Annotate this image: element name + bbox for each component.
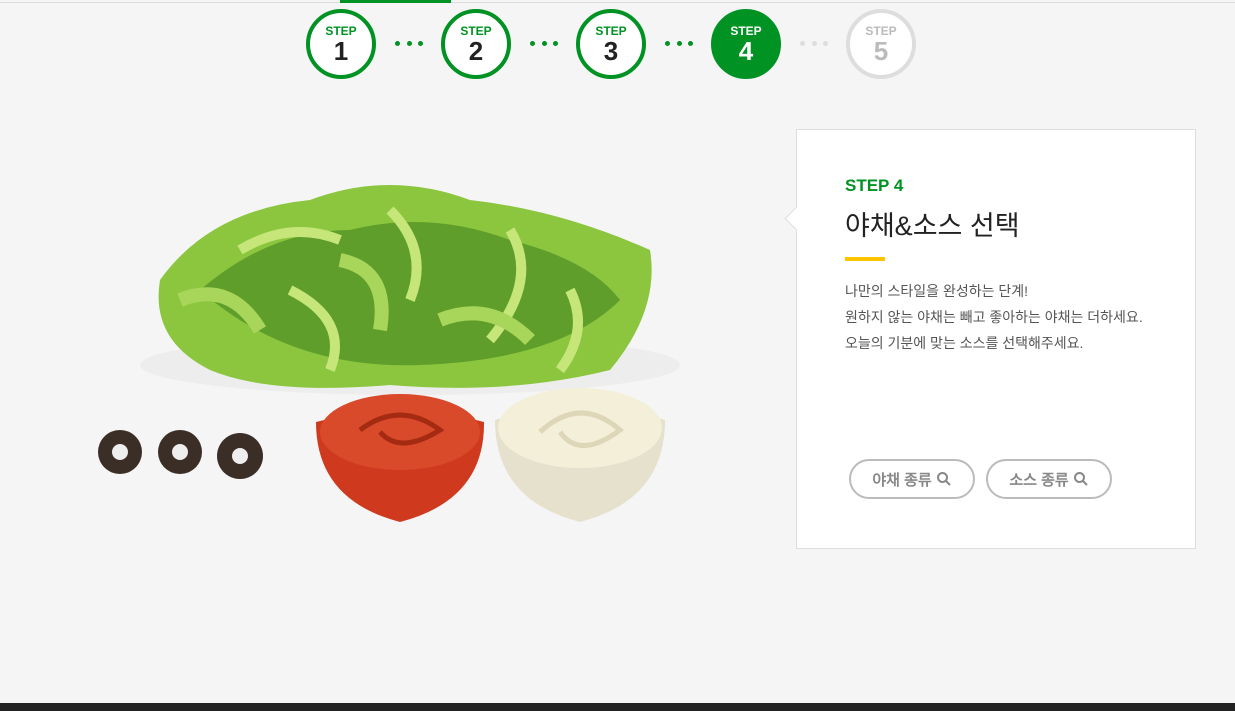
mayo-sauce-bowl	[495, 388, 665, 522]
tomato-sauce-bowl	[316, 394, 485, 522]
olives	[98, 430, 263, 479]
search-icon	[936, 472, 951, 486]
sauce-types-button[interactable]: 소스 종류	[986, 459, 1112, 499]
lettuce	[158, 185, 652, 388]
step-connector	[800, 41, 828, 46]
step-4[interactable]: STEP 4	[711, 9, 781, 79]
step-5[interactable]: STEP 5	[846, 9, 916, 79]
step-connector	[395, 41, 423, 46]
panel-title: 야채&소스 선택	[845, 211, 1020, 241]
footer	[0, 703, 1235, 711]
title-underline	[845, 257, 885, 261]
panel-description: 나만의 스타일을 완성하는 단계! 원하지 않는 야채는 빼고 좋아하는 야채는…	[845, 283, 1143, 351]
step-1[interactable]: STEP 1	[306, 9, 376, 79]
step-connector	[665, 41, 693, 46]
vegetable-types-button[interactable]: 야채 종류	[849, 459, 975, 499]
vegetables-sauce-image	[98, 185, 680, 522]
active-nav-indicator	[340, 0, 451, 3]
step-info-panel: STEP 4 야채&소스 선택 나만의 스타일을 완성하는 단계! 원하지 않는…	[796, 129, 1196, 549]
step-3[interactable]: STEP 3	[576, 9, 646, 79]
step-2[interactable]: STEP 2	[441, 9, 511, 79]
step-label: STEP 4	[845, 176, 904, 195]
step-connector	[530, 41, 558, 46]
search-icon	[1073, 472, 1088, 486]
top-divider	[0, 2, 1235, 3]
